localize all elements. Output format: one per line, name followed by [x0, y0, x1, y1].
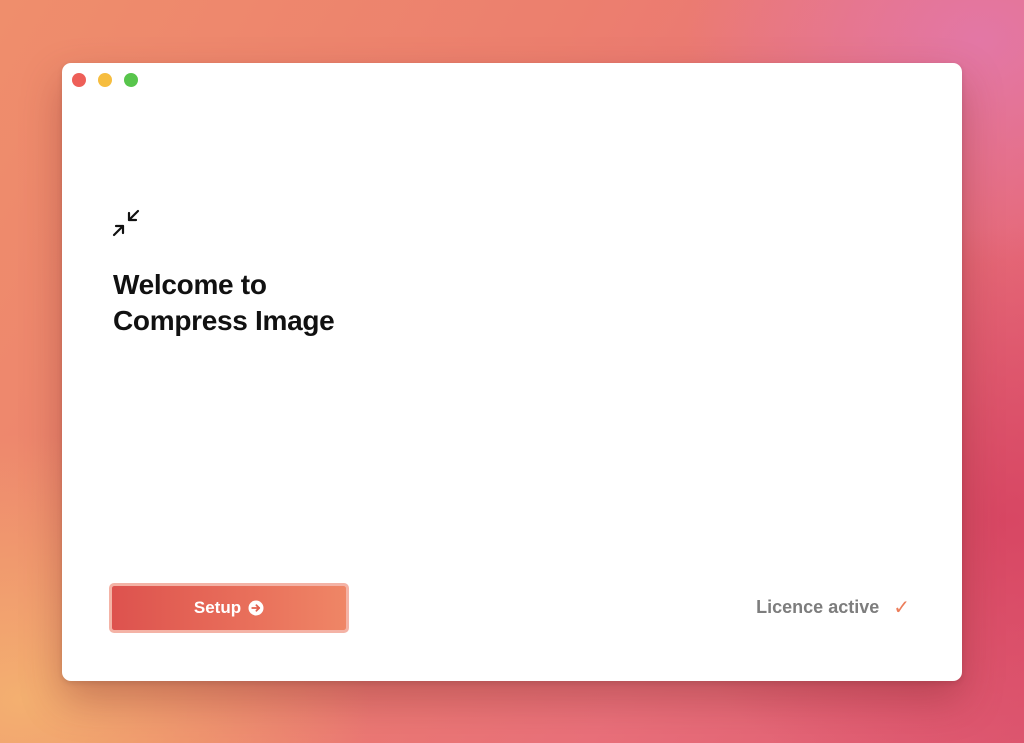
licence-status: Licence active ✓: [756, 597, 910, 618]
compress-arrows-icon: [112, 209, 140, 237]
arrow-right-circle-icon: [248, 600, 264, 616]
close-window-button[interactable]: [72, 73, 86, 87]
title-line-2: Compress Image: [113, 305, 335, 336]
setup-button[interactable]: Setup: [109, 583, 349, 633]
licence-status-label: Licence active: [756, 597, 880, 617]
check-icon: ✓: [893, 596, 910, 619]
app-window: Welcome to Compress Image Setup Licence …: [62, 63, 962, 681]
page-title: Welcome to Compress Image: [113, 267, 335, 339]
window-controls: [72, 73, 138, 87]
minimize-window-button[interactable]: [98, 73, 112, 87]
maximize-window-button[interactable]: [124, 73, 138, 87]
title-line-1: Welcome to: [113, 269, 267, 300]
setup-button-label: Setup: [193, 598, 242, 617]
